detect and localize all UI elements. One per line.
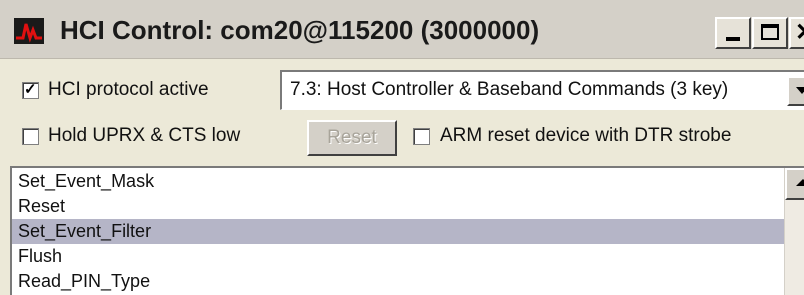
reset-button[interactable]: Reset	[307, 120, 397, 156]
command-listbox[interactable]: Set_Event_Mask Reset Set_Event_Filter Fl…	[10, 166, 804, 295]
list-item[interactable]: Set_Event_Mask	[12, 169, 784, 194]
dropdown-toggle-button[interactable]	[787, 76, 804, 106]
arm-reset-checkbox[interactable]	[413, 128, 430, 145]
hci-control-window: HCI Control: com20@115200 (3000000) ✕ ✓ …	[0, 0, 804, 295]
close-icon: ✕	[795, 19, 804, 47]
list-item[interactable]: Flush	[12, 244, 784, 269]
list-item[interactable]: Read_PIN_Type	[12, 269, 784, 294]
maximize-button[interactable]	[752, 17, 788, 49]
scroll-up-button[interactable]	[785, 168, 804, 200]
minimize-button[interactable]	[715, 17, 751, 49]
maximize-icon	[761, 24, 779, 40]
minimize-icon	[726, 37, 740, 41]
hold-uprx-label[interactable]: Hold UPRX & CTS low	[48, 124, 240, 148]
close-button[interactable]: ✕	[789, 17, 804, 49]
chevron-up-icon	[796, 179, 804, 186]
vertical-scrollbar[interactable]	[784, 168, 804, 295]
window-title: HCI Control: com20@115200 (3000000)	[60, 15, 540, 45]
checkmark-icon: ✓	[24, 81, 37, 98]
list-item[interactable]: Reset	[12, 194, 784, 219]
hold-uprx-checkbox[interactable]	[22, 128, 39, 145]
hci-protocol-label[interactable]: HCI protocol active	[48, 78, 209, 102]
chevron-down-icon	[796, 87, 804, 94]
command-group-value: 7.3: Host Controller & Baseband Commands…	[290, 79, 729, 100]
arm-reset-label[interactable]: ARM reset device with DTR strobe	[440, 124, 731, 148]
hci-protocol-checkbox[interactable]: ✓	[22, 81, 39, 99]
title-bar[interactable]: HCI Control: com20@115200 (3000000) ✕	[0, 0, 804, 59]
list-item-selected[interactable]: Set_Event_Filter	[12, 219, 784, 244]
command-group-select[interactable]: 7.3: Host Controller & Baseband Commands…	[280, 70, 804, 110]
waveform-app-icon[interactable]	[14, 18, 44, 44]
